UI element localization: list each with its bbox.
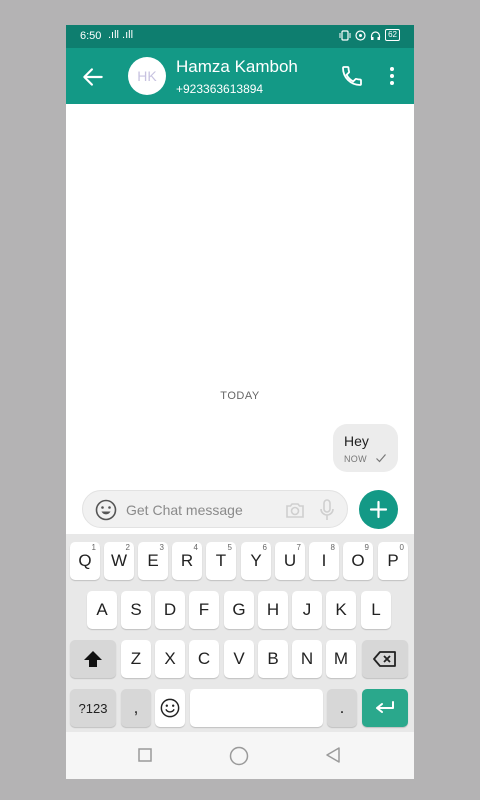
key-number: 7 <box>296 543 301 552</box>
key-label: W <box>110 551 128 570</box>
data-saver-icon <box>355 29 366 41</box>
message-composer <box>82 490 348 528</box>
key-i[interactable]: I8 <box>309 542 339 580</box>
key-h[interactable]: H <box>258 591 288 629</box>
battery-icon: 62 <box>385 29 400 41</box>
phone-screen: 6:50 .ıll .ıll 62 HK Hamza Kamboh +92336… <box>66 25 414 779</box>
comma-key[interactable]: , <box>121 689 151 727</box>
key-label: E <box>147 551 159 570</box>
key-number: 9 <box>364 543 369 552</box>
message-bubble[interactable]: Hey NOW <box>333 424 398 472</box>
vibrate-icon <box>339 29 351 41</box>
message-text: Hey <box>344 433 369 449</box>
shift-key[interactable] <box>70 640 116 678</box>
key-label: R <box>180 551 194 570</box>
camera-icon[interactable] <box>284 499 306 521</box>
key-u[interactable]: U7 <box>275 542 305 580</box>
keyboard: Q1 W2 E3 R4 T5 Y6 U7 I8 O9 P0 A S D F G … <box>66 534 414 732</box>
space-key[interactable] <box>190 689 323 727</box>
period-key[interactable]: . <box>327 689 357 727</box>
key-number: 3 <box>159 543 164 552</box>
key-q[interactable]: Q1 <box>70 542 100 580</box>
key-number: 1 <box>91 543 96 552</box>
key-z[interactable]: Z <box>121 640 151 678</box>
key-w[interactable]: W2 <box>104 542 134 580</box>
home-icon[interactable] <box>229 746 249 766</box>
status-bar: 6:50 .ıll .ıll 62 <box>66 25 414 48</box>
key-number: 2 <box>125 543 130 552</box>
key-label: Y <box>250 551 262 570</box>
key-label: I <box>321 551 327 570</box>
key-o[interactable]: O9 <box>343 542 373 580</box>
key-b[interactable]: B <box>258 640 288 678</box>
phone-icon[interactable] <box>340 64 364 88</box>
emoji-key[interactable] <box>155 689 185 727</box>
message-input[interactable] <box>126 499 276 521</box>
key-v[interactable]: V <box>224 640 254 678</box>
key-r[interactable]: R4 <box>172 542 202 580</box>
key-label: T <box>215 551 227 570</box>
avatar[interactable]: HK <box>128 57 166 95</box>
key-g[interactable]: G <box>224 591 254 629</box>
nav-back-icon[interactable] <box>324 746 342 764</box>
backspace-icon <box>373 651 396 667</box>
key-f[interactable]: F <box>189 591 219 629</box>
key-m[interactable]: M <box>326 640 356 678</box>
contact-phone: +923363613894 <box>176 82 264 96</box>
key-t[interactable]: T5 <box>206 542 236 580</box>
enter-key[interactable] <box>362 689 408 727</box>
enter-icon <box>376 701 394 713</box>
back-arrow-icon[interactable] <box>80 64 106 90</box>
status-icons: 62 <box>339 29 400 41</box>
signal-icon: .ıll .ıll <box>108 29 134 41</box>
key-x[interactable]: X <box>155 640 185 678</box>
key-number: 0 <box>399 543 404 552</box>
key-y[interactable]: Y6 <box>241 542 271 580</box>
symbols-key[interactable]: ?123 <box>70 689 116 727</box>
contact-name[interactable]: Hamza Kamboh <box>176 57 298 77</box>
key-l[interactable]: L <box>361 591 391 629</box>
key-label: Q <box>78 551 92 570</box>
shift-icon <box>84 651 102 667</box>
key-number: 4 <box>193 543 198 552</box>
key-label: O <box>351 551 365 570</box>
key-number: 8 <box>330 543 335 552</box>
key-label: U <box>283 551 297 570</box>
key-j[interactable]: J <box>292 591 322 629</box>
app-bar: HK Hamza Kamboh +923363613894 <box>66 48 414 104</box>
key-a[interactable]: A <box>87 591 117 629</box>
emoji-icon[interactable] <box>95 499 117 521</box>
key-p[interactable]: P0 <box>378 542 408 580</box>
status-time: 6:50 <box>80 30 102 42</box>
key-c[interactable]: C <box>189 640 219 678</box>
emoji-icon <box>160 698 180 718</box>
backspace-key[interactable] <box>362 640 408 678</box>
message-time: NOW <box>344 454 367 464</box>
add-icon <box>369 500 388 519</box>
date-separator: TODAY <box>220 390 260 402</box>
key-n[interactable]: N <box>292 640 322 678</box>
key-number: 5 <box>227 543 232 552</box>
key-label: P <box>387 551 399 570</box>
system-nav-bar <box>66 732 414 779</box>
more-vert-icon[interactable] <box>382 64 402 88</box>
key-e[interactable]: E3 <box>138 542 168 580</box>
key-s[interactable]: S <box>121 591 151 629</box>
sent-check-icon <box>376 454 386 463</box>
key-d[interactable]: D <box>155 591 185 629</box>
mic-icon[interactable] <box>319 498 335 522</box>
key-number: 6 <box>262 543 267 552</box>
headphones-icon <box>370 30 381 40</box>
key-k[interactable]: K <box>326 591 356 629</box>
recents-icon[interactable] <box>138 748 152 762</box>
add-button[interactable] <box>359 490 398 529</box>
